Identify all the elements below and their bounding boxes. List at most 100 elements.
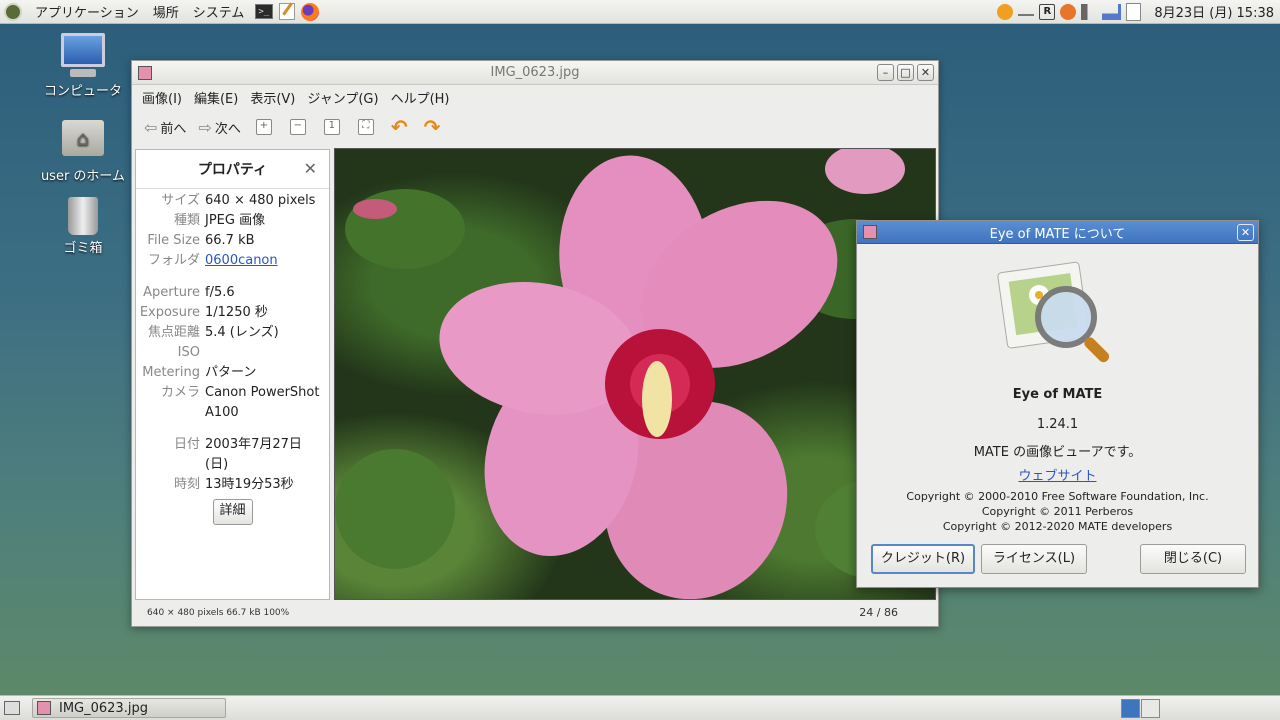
property-key: Metering	[142, 365, 200, 380]
update-icon[interactable]	[997, 3, 1014, 20]
firefox-launcher[interactable]	[300, 2, 320, 21]
property-row: カメラ Canon PowerShot A100	[136, 383, 329, 423]
folder-link[interactable]: 0600canon	[205, 251, 320, 271]
top-panel: アプリケーション 場所 システム >_ R 8月23日 (月) 15:38	[0, 0, 1280, 24]
app-icon	[37, 701, 51, 715]
taskbar-item-label: IMG_0623.jpg	[59, 700, 148, 716]
property-value: f/5.6	[205, 285, 235, 300]
property-key: 種類	[173, 213, 200, 228]
property-row: 日付 2003年7月27日 (日)	[136, 435, 329, 475]
image-viewer-window: IMG_0623.jpg – □ ✕ 画像(I) 編集(E) 表示(V) ジャン…	[131, 60, 939, 627]
property-value: 640 × 480 pixels	[205, 193, 316, 208]
credits-button[interactable]: クレジット(R)	[871, 544, 975, 574]
property-value: 66.7 kB	[205, 233, 255, 248]
next-label: 次へ	[214, 121, 241, 137]
property-key: サイズ	[161, 193, 200, 208]
property-row: 時刻 13時19分53秒	[136, 475, 329, 495]
menu-edit[interactable]: 編集(E)	[188, 88, 244, 107]
desktop-icon-home[interactable]: user のホーム	[33, 120, 133, 184]
menu-view[interactable]: 表示(V)	[244, 88, 301, 107]
menu-places[interactable]: 場所	[146, 2, 186, 21]
volume-icon[interactable]	[1081, 3, 1098, 20]
property-value: 5.4 (レンズ)	[205, 325, 279, 340]
property-value: JPEG 画像	[205, 213, 266, 228]
workspace-switcher	[1121, 698, 1160, 718]
menu-system[interactable]: システム	[186, 2, 252, 21]
dialog-title: Eye of MATE について	[989, 226, 1126, 242]
property-key: Exposure	[139, 305, 200, 320]
property-row: Exposure 1/1250 秒	[136, 303, 329, 323]
mate-logo-icon[interactable]	[4, 2, 22, 21]
property-value: 1/1250 秒	[205, 305, 268, 320]
property-row: File Size 66.7 kB	[136, 231, 329, 251]
copyright-line: Copyright © 2011 Perberos	[981, 505, 1134, 518]
taskbar-item[interactable]: IMG_0623.jpg	[32, 698, 226, 718]
network-icon[interactable]	[1102, 3, 1122, 20]
menu-help[interactable]: ヘルプ(H)	[385, 88, 456, 107]
computer-icon	[61, 33, 105, 67]
home-folder-icon	[62, 120, 104, 156]
prev-label: 前へ	[160, 121, 187, 137]
sidebar-close-icon[interactable]: ✕	[304, 159, 317, 178]
menu-go[interactable]: ジャンプ(G)	[301, 88, 384, 107]
zoom-in-icon[interactable]: +	[255, 119, 272, 135]
prev-button[interactable]: ⇦ 前へ	[140, 116, 190, 139]
copyright-line: Copyright © 2012-2020 MATE developers	[942, 520, 1173, 533]
details-button[interactable]: 詳細	[212, 499, 253, 525]
image-canvas[interactable]	[334, 148, 936, 600]
r-icon[interactable]: R	[1039, 3, 1056, 20]
next-button[interactable]: ⇨ 次へ	[194, 116, 244, 139]
zoom-normal-icon[interactable]: 1	[323, 119, 340, 135]
menu-image[interactable]: 画像(I)	[136, 88, 188, 107]
minimize-icon[interactable]	[1018, 13, 1035, 16]
clipboard-icon[interactable]	[1126, 2, 1142, 21]
arrow-left-icon: ⇦	[144, 117, 158, 137]
app-icon[interactable]	[863, 225, 877, 239]
rotate-left-icon[interactable]: ↶	[391, 115, 408, 139]
property-key: カメラ	[160, 385, 200, 400]
menubar: 画像(I) 編集(E) 表示(V) ジャンプ(G) ヘルプ(H)	[132, 85, 938, 110]
app-version: 1.24.1	[1036, 417, 1079, 432]
toolbar: ⇦ 前へ ⇨ 次へ + − 1 ⛶ ↶ ↷	[132, 110, 938, 144]
rotate-right-icon[interactable]: ↷	[424, 115, 441, 139]
property-value: Canon PowerShot A100	[205, 385, 320, 420]
workspace-2[interactable]	[1141, 698, 1160, 718]
text-editor-launcher[interactable]	[277, 3, 297, 21]
maximize-button[interactable]: □	[897, 64, 914, 81]
properties-list: サイズ 640 × 480 pixels 種類 JPEG 画像 File Size 6…	[136, 189, 329, 525]
property-key: ISO	[177, 345, 200, 360]
settings-icon[interactable]	[1060, 3, 1077, 20]
eom-logo-icon	[994, 253, 1124, 373]
menu-applications[interactable]: アプリケーション	[28, 2, 146, 21]
desktop-icon-computer[interactable]: コンピュータ	[33, 33, 133, 99]
zoom-out-icon[interactable]: −	[289, 119, 306, 135]
window-title: IMG_0623.jpg	[490, 65, 580, 80]
zoom-fit-icon[interactable]: ⛶	[357, 119, 374, 135]
dialog-titlebar[interactable]: Eye of MATE について ✕	[857, 221, 1258, 244]
license-button[interactable]: ライセンス(L)	[981, 544, 1087, 574]
clock[interactable]: 8月23日 (月) 15:38	[1154, 2, 1274, 21]
app-description: MATE の画像ビューアです。	[973, 445, 1142, 460]
website-link[interactable]: ウェブサイト	[1018, 469, 1096, 484]
statusbar: 640 × 480 pixels 66.7 kB 100% 24 / 86	[132, 599, 938, 626]
firefox-icon	[301, 2, 320, 21]
close-button[interactable]: ✕	[917, 64, 934, 81]
app-icon[interactable]	[138, 65, 152, 80]
desktop-icon-trash[interactable]: ゴミ箱	[33, 197, 133, 256]
bottom-panel: IMG_0623.jpg	[0, 695, 1280, 720]
system-tray: R 8月23日 (月) 15:38	[997, 2, 1280, 21]
show-desktop-icon[interactable]	[4, 701, 20, 715]
status-position: 24 / 86	[859, 606, 898, 619]
minimize-button[interactable]: –	[877, 64, 894, 81]
close-dialog-button[interactable]: 閉じる(C)	[1140, 544, 1246, 574]
terminal-icon: >_	[255, 4, 274, 19]
arrow-right-icon: ⇨	[198, 117, 212, 137]
workspace-1[interactable]	[1121, 698, 1140, 718]
terminal-launcher[interactable]: >_	[254, 3, 274, 21]
desktop-icon-label: user のホーム	[40, 169, 126, 184]
property-row: Aperture f/5.6	[136, 283, 329, 303]
dialog-close-icon[interactable]: ✕	[1237, 223, 1254, 241]
property-row: サイズ 640 × 480 pixels	[136, 191, 329, 211]
desktop-icon-label: コンピュータ	[43, 84, 122, 99]
window-titlebar[interactable]: IMG_0623.jpg – □ ✕	[132, 61, 938, 85]
